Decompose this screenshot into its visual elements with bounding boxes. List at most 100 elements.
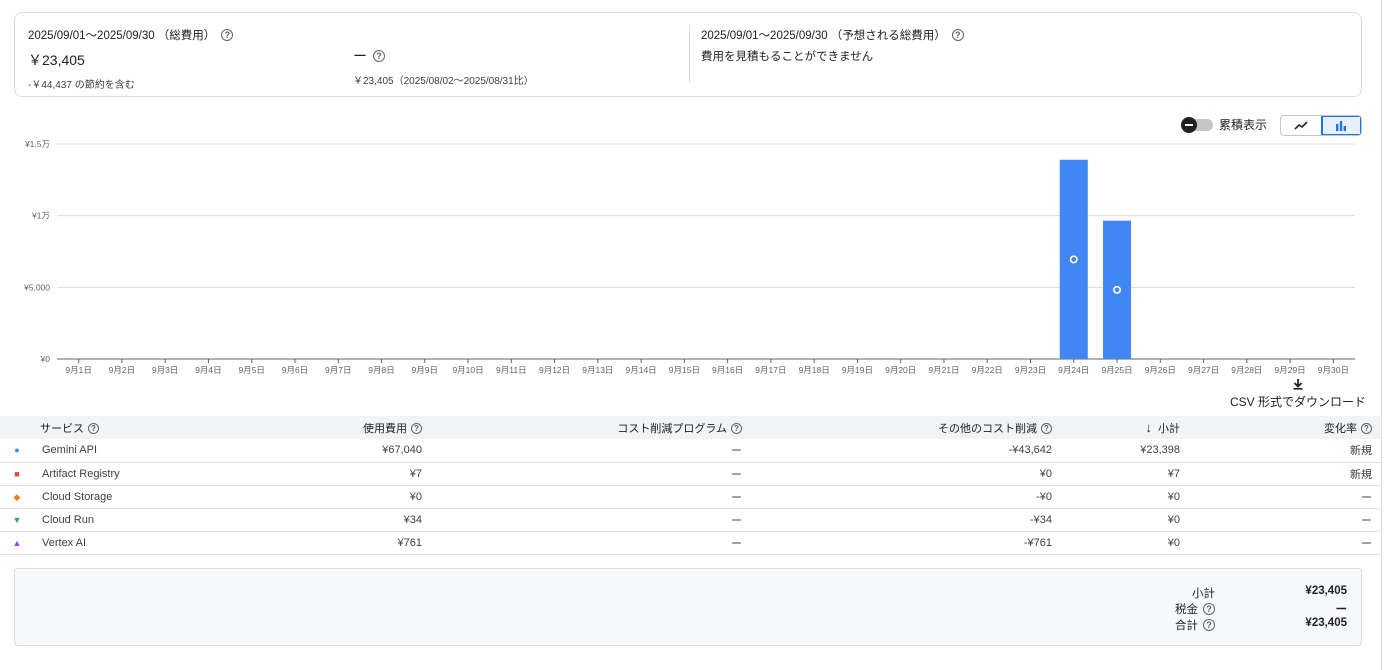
service-name: Vertex AI [42, 536, 87, 549]
total-row: 合計? ¥23,405 [1155, 617, 1347, 633]
header-subtotal-label: 小計 [1158, 422, 1180, 435]
header-other[interactable]: その他のコスト削減? [752, 416, 1062, 439]
header-other-label: その他のコスト削減 [938, 422, 1037, 435]
help-icon[interactable]: ? [1203, 619, 1215, 631]
usage-cell: ¥67,040 [200, 439, 432, 463]
bar-series-marker [1069, 255, 1078, 264]
other-savings-cell: ¥0 [752, 462, 1062, 486]
header-service[interactable]: サービス? [0, 416, 200, 439]
series-marker-icon: ▼ [12, 514, 22, 525]
table-row[interactable]: ▼ Cloud Run ¥34 ー -¥34 ¥0 ー [0, 508, 1382, 532]
help-icon[interactable]: ? [731, 423, 742, 435]
usage-cell: ¥761 [200, 531, 432, 555]
y-tick-label: ¥1.5万 [24, 139, 50, 149]
usage-cell: ¥7 [200, 462, 432, 486]
help-icon[interactable]: ? [411, 423, 422, 435]
forecast-title: 2025/09/01〜2025/09/30 （予想される総費用） [701, 30, 946, 42]
table-row[interactable]: ▲ Vertex AI ¥761 ー -¥761 ¥0 ー [0, 531, 1382, 555]
line-chart-icon [1294, 120, 1308, 130]
header-program-label: コスト削減プログラム [617, 422, 727, 435]
table-row[interactable]: ■ Artifact Registry ¥7 ー ¥0 ¥7 新規 [0, 462, 1382, 486]
service-name: Cloud Run [42, 513, 94, 526]
x-tick-label: 9月2日 [109, 365, 135, 375]
x-tick-label: 9月30日 [1318, 365, 1349, 375]
subtotal-label: 小計 [1192, 588, 1215, 600]
help-icon[interactable]: ? [1041, 423, 1052, 435]
help-icon[interactable]: ? [951, 29, 964, 41]
total-cost-section: 2025/09/01〜2025/09/30 （総費用）? ￥23,405 -￥4… [28, 27, 234, 91]
help-icon[interactable]: ? [1361, 423, 1372, 435]
program-cell: ー [432, 462, 752, 486]
toggle-switch[interactable] [1181, 116, 1213, 133]
program-cell: ー [432, 531, 752, 555]
service-cell: ▼ Cloud Run [0, 508, 200, 532]
x-tick-label: 9月10日 [452, 365, 483, 375]
series-marker-icon: ■ [14, 468, 20, 479]
table-row[interactable]: ● Gemini API ¥67,040 ー -¥43,642 ¥23,398 新規 [0, 439, 1382, 463]
other-savings-cell: -¥761 [752, 531, 1062, 555]
scrollbar-track[interactable] [1381, 0, 1382, 670]
tax-value: ー [1335, 604, 1348, 616]
other-savings-cell: -¥34 [752, 508, 1062, 532]
x-tick-label: 9月3日 [152, 365, 178, 375]
usage-cell: ¥0 [200, 485, 432, 509]
x-tick-label: 9月17日 [755, 365, 786, 375]
x-tick-label: 9月14日 [626, 365, 657, 375]
forecast-note: 費用を見積もることができません [701, 51, 874, 63]
x-tick-label: 9月28日 [1231, 365, 1262, 375]
csv-download-button[interactable]: CSV 形式でダウンロード [1228, 378, 1368, 410]
x-tick-label: 9月7日 [325, 365, 351, 375]
change-cell: 新規 [1190, 462, 1382, 486]
daily-cost-chart: ¥0 ¥5,000 ¥1万 ¥1.5万 9月1日 9月2日 9月3日 9月4日 9月5日 9月6日… [23, 139, 1355, 375]
usage-cell: ¥34 [200, 508, 432, 532]
help-icon[interactable]: ? [88, 423, 99, 435]
sort-arrow-down-icon: ↓ [1145, 419, 1153, 435]
header-change[interactable]: 変化率? [1190, 416, 1382, 439]
x-tick-label: 9月9日 [412, 365, 438, 375]
y-tick-label: ¥0 [40, 354, 51, 364]
total-cost-title: 2025/09/01〜2025/09/30 （総費用） [28, 30, 216, 42]
subtotal-cell: ¥0 [1062, 508, 1190, 532]
x-tick-label: 9月24日 [1058, 365, 1089, 375]
help-icon[interactable]: ? [221, 29, 234, 41]
other-savings-cell: -¥0 [752, 485, 1062, 509]
summary-divider [689, 25, 690, 83]
forecast-section: 2025/09/01〜2025/09/30 （予想される総費用）? 費用を見積も… [701, 27, 964, 64]
service-name: Gemini API [42, 444, 98, 457]
header-subtotal[interactable]: ↓ 小計 [1062, 416, 1190, 439]
tax-row: 税金? ー [1155, 601, 1347, 617]
download-icon [1228, 378, 1368, 393]
service-name: Artifact Registry [42, 467, 120, 480]
change-cell: 新規 [1190, 439, 1382, 463]
series-marker-icon: ▲ [12, 537, 22, 548]
help-icon[interactable]: ? [1203, 603, 1215, 615]
subtotal-cell: ¥0 [1062, 531, 1190, 555]
program-cell: ー [432, 439, 752, 463]
total-label: 合計 [1175, 620, 1198, 632]
program-cell: ー [432, 508, 752, 532]
savings-note: -￥44,437 の節約を含む [28, 80, 135, 91]
service-cell: ● Gemini API [0, 439, 200, 463]
change-cell: ー [1190, 485, 1382, 509]
program-cell: ー [432, 485, 752, 509]
x-tick-label: 9月25日 [1101, 365, 1132, 375]
x-tick-label: 9月11日 [496, 365, 527, 375]
x-tick-label: 9月5日 [238, 365, 264, 375]
change-value: ー [353, 48, 367, 64]
header-change-label: 変化率 [1324, 422, 1357, 435]
help-icon[interactable]: ? [373, 50, 385, 62]
header-usage[interactable]: 使用費用? [200, 416, 432, 439]
total-cost-value: ￥23,405 [28, 52, 85, 68]
change-cell: ー [1190, 508, 1382, 532]
subtotal-cell: ¥23,398 [1062, 439, 1190, 463]
x-tick-label: 9月20日 [885, 365, 916, 375]
service-cell: ◆ Cloud Storage [0, 485, 200, 509]
service-name: Cloud Storage [42, 490, 113, 503]
subtotal-row: 小計 ¥23,405 [1155, 585, 1347, 601]
y-tick-label: ¥5,000 [23, 282, 50, 292]
table-row[interactable]: ◆ Cloud Storage ¥0 ー -¥0 ¥0 ー [0, 485, 1382, 509]
total-value: ¥23,405 [1305, 617, 1347, 629]
y-tick-label: ¥1万 [31, 211, 50, 221]
header-program[interactable]: コスト削減プログラム? [432, 416, 752, 439]
csv-download-label: CSV 形式でダウンロード [1229, 395, 1366, 409]
